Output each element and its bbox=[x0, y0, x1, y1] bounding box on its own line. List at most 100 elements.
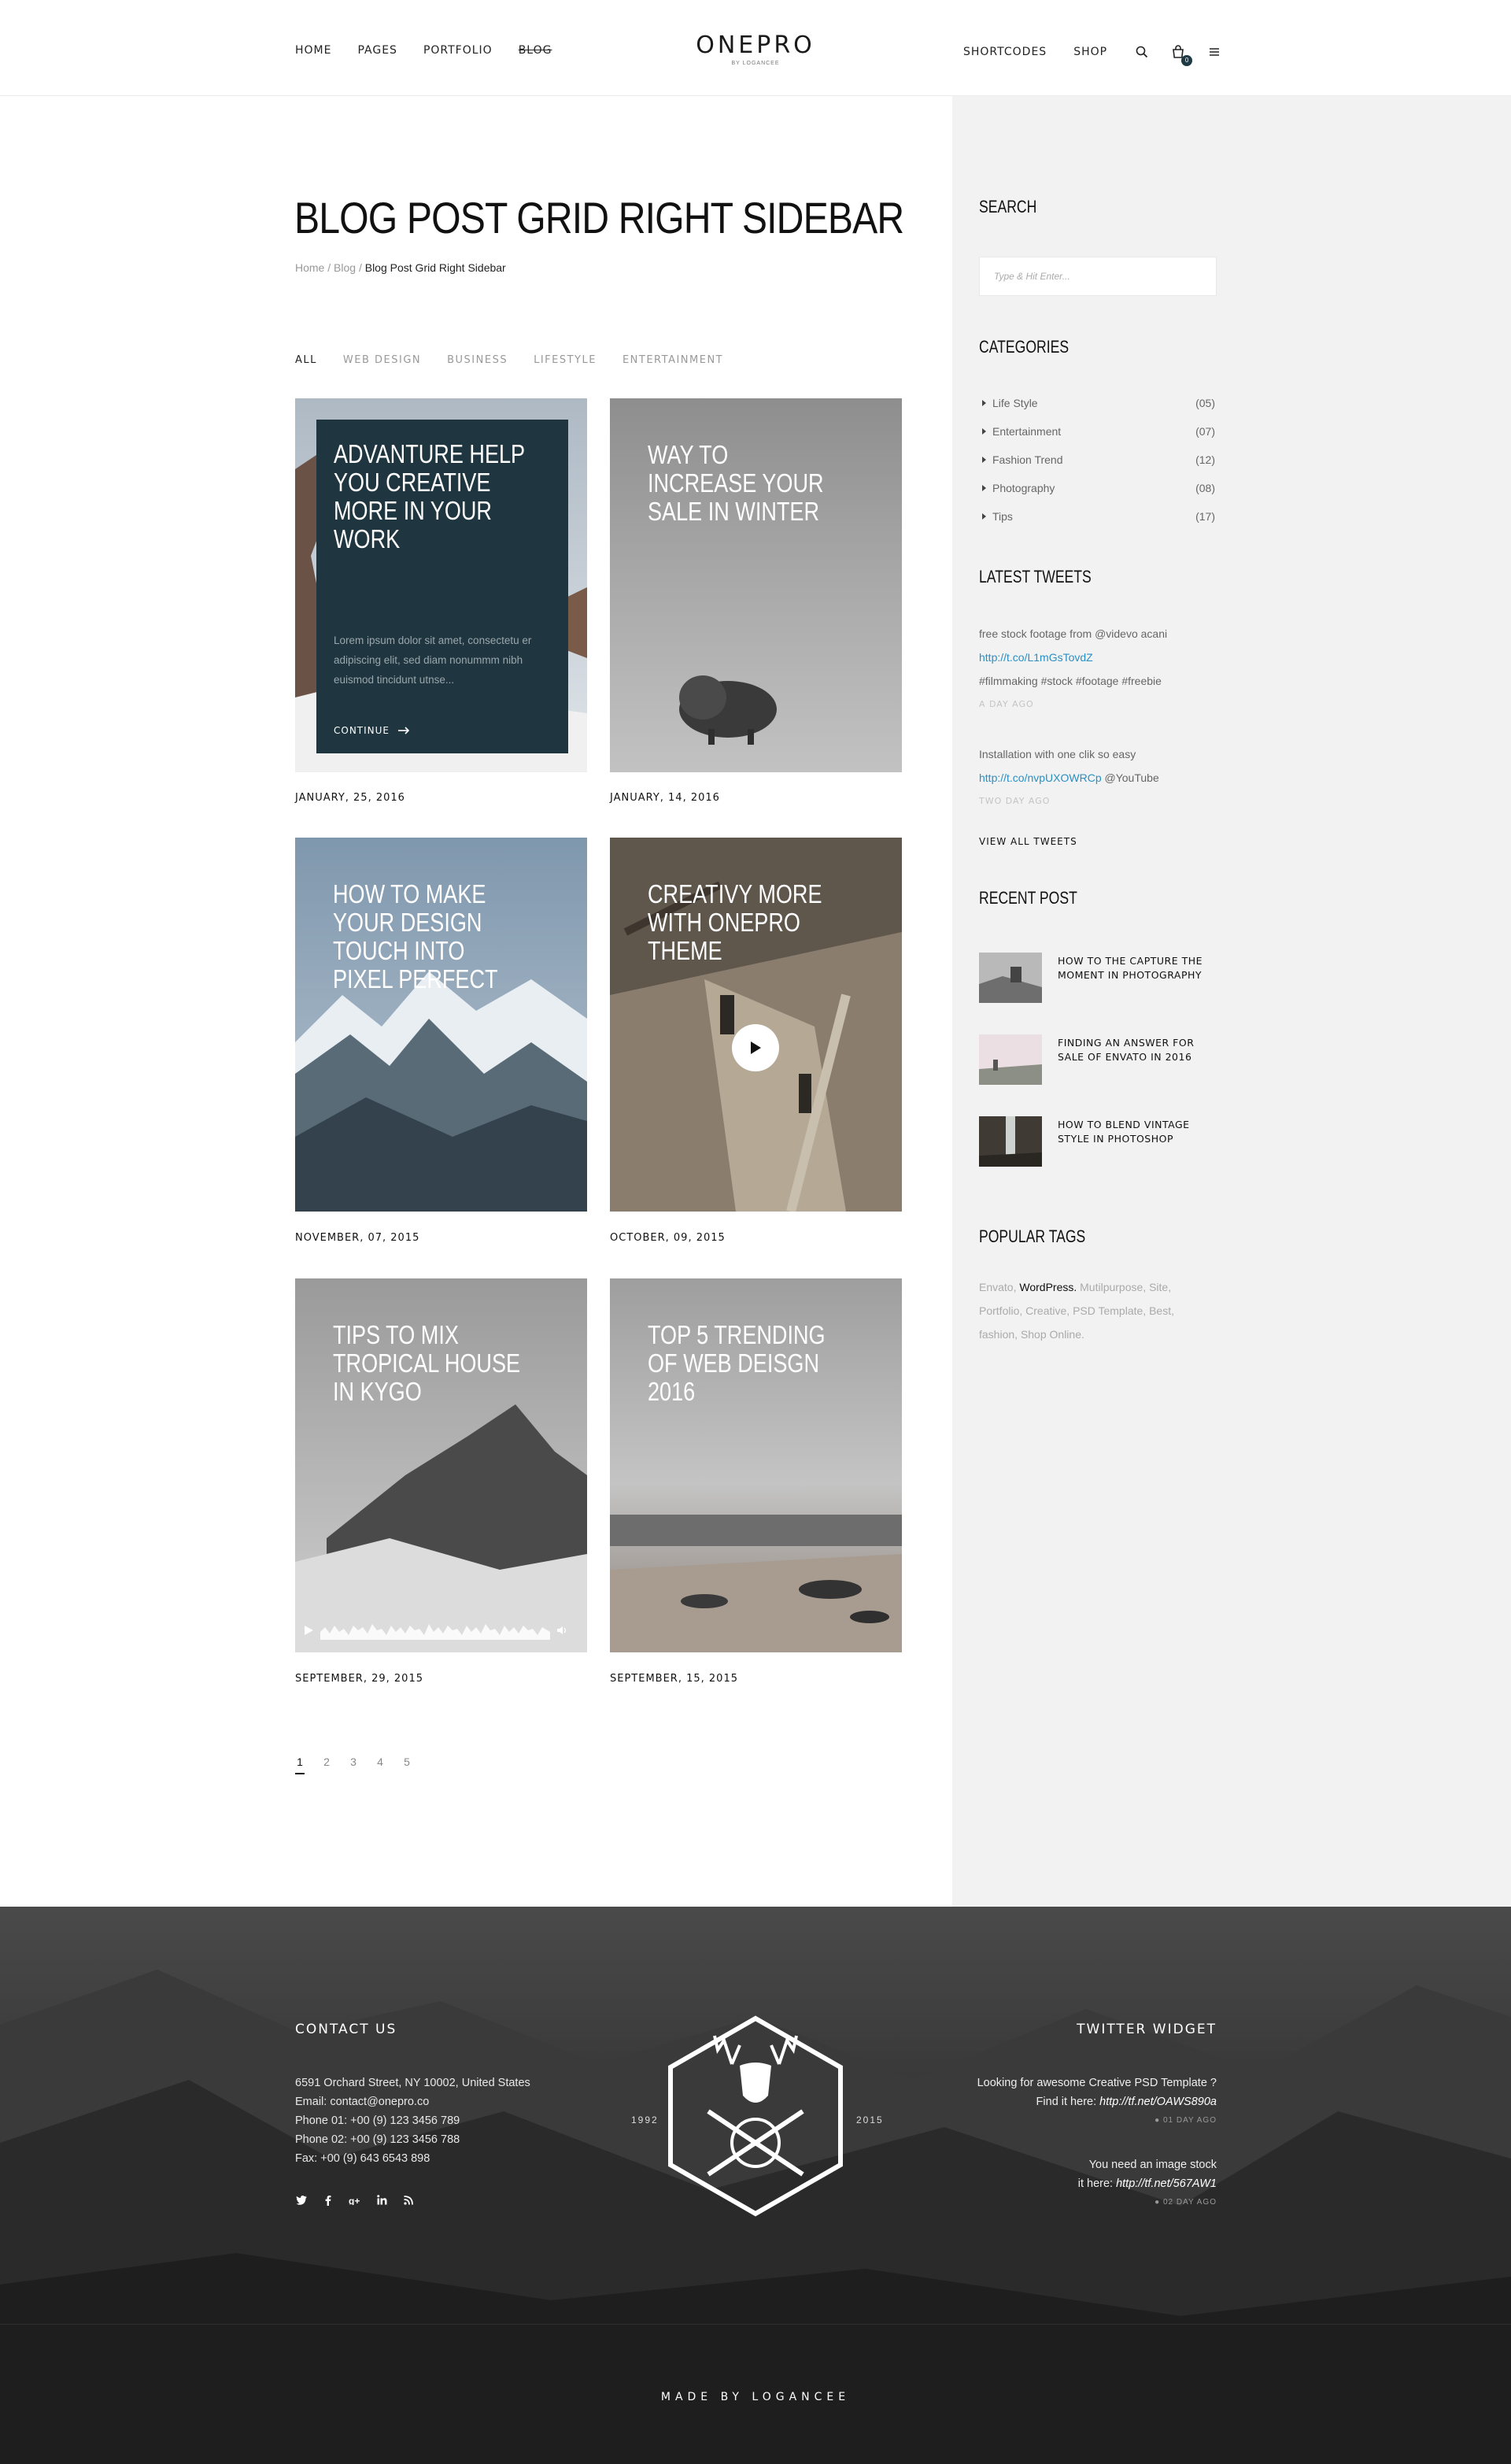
page-link-3[interactable]: 3 bbox=[349, 1756, 358, 1774]
svg-text:g+: g+ bbox=[349, 2196, 360, 2205]
main-nav-right: SHORTCODES SHOP 0 bbox=[963, 44, 1243, 66]
contact-fax: Fax: +00 (9) 643 6543 898 bbox=[295, 2152, 430, 2165]
tweet-item: Installation with one clik so easy http:… bbox=[979, 742, 1223, 813]
tag-link[interactable]: Best bbox=[1149, 1304, 1171, 1317]
twitter-icon[interactable] bbox=[295, 2195, 308, 2208]
recent-post-thumbnail bbox=[979, 1116, 1042, 1167]
contact-email[interactable]: Email: contact@onepro.co bbox=[295, 2092, 530, 2111]
search-widget-title: SEARCH bbox=[979, 197, 1037, 216]
post-title[interactable]: WAY TO INCREASE YOUR SALE IN WINTER bbox=[648, 441, 841, 526]
tweet-link[interactable]: http://t.co/L1mGsTovdZ bbox=[979, 651, 1093, 664]
social-links: g+ bbox=[295, 2195, 415, 2208]
footer-tweet-time: 02 DAY AGO bbox=[1163, 2198, 1217, 2207]
tag-link[interactable]: Mutilpurpose bbox=[1080, 1281, 1143, 1293]
search-input[interactable]: Type & Hit Enter... bbox=[979, 257, 1217, 296]
footer-tweet-text: Looking for awesome Creative PSD Templat… bbox=[977, 2077, 1217, 2089]
current-year: 2015 bbox=[856, 2114, 884, 2125]
page-link-1[interactable]: 1 bbox=[295, 1756, 305, 1774]
post-card[interactable]: TIPS TO MIX TROPICAL HOUSE IN KYGO bbox=[295, 1278, 587, 1652]
post-card[interactable]: CREATIVY MORE WITH ONEPRO THEME bbox=[610, 838, 902, 1212]
footer-tweet-link[interactable]: http://tf.net/567AW1 bbox=[1116, 2177, 1217, 2190]
category-item[interactable]: Entertainment (07) bbox=[982, 425, 1215, 438]
post-title[interactable]: TIPS TO MIX TROPICAL HOUSE IN KYGO bbox=[333, 1321, 526, 1406]
view-all-tweets-link[interactable]: VIEW ALL TWEETS bbox=[979, 836, 1077, 847]
footer-tweet-link[interactable]: http://tf.net/OAWS890a bbox=[1099, 2096, 1217, 2108]
filter-entertainment[interactable]: ENTERTAINMENT bbox=[623, 354, 723, 366]
facebook-icon[interactable] bbox=[322, 2195, 334, 2208]
footer-tweet: You need an image stock it here: http://… bbox=[1078, 2155, 1217, 2212]
breadcrumb-separator: / bbox=[356, 261, 365, 274]
category-label: Photography bbox=[992, 482, 1055, 494]
tag-separator: , bbox=[1019, 1304, 1026, 1317]
recent-post-item[interactable]: HOW TO THE CAPTURE THE MOMENT IN PHOTOGR… bbox=[979, 953, 1207, 1003]
tag-link[interactable]: Portfolio bbox=[979, 1304, 1019, 1317]
recent-post-item[interactable]: HOW TO BLEND VINTAGE STYLE IN PHOTOSHOP bbox=[979, 1116, 1207, 1167]
recent-post-thumbnail bbox=[979, 1034, 1042, 1085]
contact-address: 6591 Orchard Street, NY 10002, United St… bbox=[295, 2077, 530, 2089]
category-item[interactable]: Photography (08) bbox=[982, 482, 1215, 494]
filter-business[interactable]: BUSINESS bbox=[447, 354, 508, 366]
play-button[interactable] bbox=[732, 1024, 779, 1071]
page-link-4[interactable]: 4 bbox=[375, 1756, 385, 1774]
caret-right-icon bbox=[982, 457, 986, 463]
breadcrumb-home[interactable]: Home bbox=[295, 261, 324, 274]
breadcrumb-blog[interactable]: Blog bbox=[334, 261, 356, 274]
tweet-time: A DAY AGO bbox=[979, 699, 1034, 709]
linkedin-icon[interactable] bbox=[375, 2195, 388, 2208]
tag-link[interactable]: Creative bbox=[1025, 1304, 1066, 1317]
post-card[interactable]: TOP 5 TRENDING OF WEB DEISGN 2016 bbox=[610, 1278, 902, 1652]
site-logo[interactable]: ONEPRO BY LOGANCEE bbox=[0, 31, 1511, 66]
tag-link[interactable]: PSD Template bbox=[1073, 1304, 1143, 1317]
post-card[interactable]: ADVANTURE HELP YOU CREATIVE MORE IN YOUR… bbox=[295, 398, 587, 772]
rss-icon[interactable] bbox=[402, 2195, 415, 2208]
footer-divider bbox=[0, 2324, 1511, 2325]
category-item[interactable]: Tips (17) bbox=[982, 510, 1215, 523]
contact-phone-2: Phone 02: +00 (9) 123 3456 788 bbox=[295, 2133, 460, 2146]
post-title[interactable]: CREATIVY MORE WITH ONEPRO THEME bbox=[648, 880, 841, 965]
search-icon[interactable] bbox=[1134, 44, 1150, 60]
tag-link[interactable]: Site bbox=[1149, 1281, 1168, 1293]
nav-shop[interactable]: SHOP bbox=[1073, 46, 1107, 58]
footer-tweet: Looking for awesome Creative PSD Templat… bbox=[977, 2074, 1217, 2130]
post-card[interactable]: HOW TO MAKE YOUR DESIGN TOUCH INTO PIXEL… bbox=[295, 838, 587, 1212]
menu-icon[interactable] bbox=[1206, 44, 1222, 60]
play-icon[interactable] bbox=[303, 1625, 314, 1636]
caret-right-icon bbox=[982, 428, 986, 435]
nav-shortcodes[interactable]: SHORTCODES bbox=[963, 46, 1047, 58]
post-title[interactable]: HOW TO MAKE YOUR DESIGN TOUCH INTO PIXEL… bbox=[333, 880, 526, 993]
post-excerpt: Lorem ipsum dolor sit amet, consectetu e… bbox=[334, 634, 532, 686]
tag-link[interactable]: fashion bbox=[979, 1328, 1014, 1341]
post-card[interactable]: WAY TO INCREASE YOUR SALE IN WINTER bbox=[610, 398, 902, 772]
caret-right-icon bbox=[982, 513, 986, 520]
audio-player[interactable] bbox=[303, 1620, 579, 1641]
category-count: (12) bbox=[1195, 453, 1215, 466]
tags-widget-title: POPULAR TAGS bbox=[979, 1226, 1086, 1246]
filter-web-design[interactable]: WEB DESIGN bbox=[343, 354, 421, 366]
contact-info: 6591 Orchard Street, NY 10002, United St… bbox=[295, 2074, 530, 2168]
audio-waveform[interactable] bbox=[320, 1621, 550, 1640]
footer-tweet-time: 01 DAY AGO bbox=[1163, 2116, 1217, 2125]
continue-label: CONTINUE bbox=[334, 725, 390, 736]
recent-post-item[interactable]: FINDING AN ANSWER FOR SALE OF ENVATO IN … bbox=[979, 1034, 1207, 1085]
tag-separator: , bbox=[1143, 1281, 1150, 1293]
continue-link[interactable]: CONTINUE bbox=[334, 725, 410, 736]
tag-link[interactable]: WordPress. bbox=[1019, 1281, 1077, 1293]
post-title[interactable]: TOP 5 TRENDING OF WEB DEISGN 2016 bbox=[648, 1321, 841, 1406]
category-item[interactable]: Fashion Trend (12) bbox=[982, 453, 1215, 466]
cart-icon[interactable]: 0 bbox=[1170, 44, 1193, 66]
twitter-widget-title: TWITTER WIDGET bbox=[1077, 2022, 1217, 2037]
filter-all[interactable]: ALL bbox=[295, 354, 317, 366]
volume-icon[interactable] bbox=[556, 1625, 567, 1636]
page-link-2[interactable]: 2 bbox=[322, 1756, 331, 1774]
tag-separator: , bbox=[1066, 1304, 1073, 1317]
page-link-5[interactable]: 5 bbox=[402, 1756, 412, 1774]
post-title[interactable]: ADVANTURE HELP YOU CREATIVE MORE IN YOUR… bbox=[334, 440, 527, 553]
category-count: (05) bbox=[1195, 397, 1215, 409]
google-plus-icon[interactable]: g+ bbox=[349, 2195, 361, 2208]
category-item[interactable]: Life Style (05) bbox=[982, 397, 1215, 409]
filter-lifestyle[interactable]: LIFESTYLE bbox=[534, 354, 597, 366]
recent-post-title: HOW TO THE CAPTURE THE MOMENT IN PHOTOGR… bbox=[1058, 955, 1203, 981]
tweet-link[interactable]: http://t.co/nvpUXOWRCp bbox=[979, 771, 1102, 784]
tag-link[interactable]: Shop Online. bbox=[1021, 1328, 1084, 1341]
tag-link[interactable]: Envato bbox=[979, 1281, 1014, 1293]
